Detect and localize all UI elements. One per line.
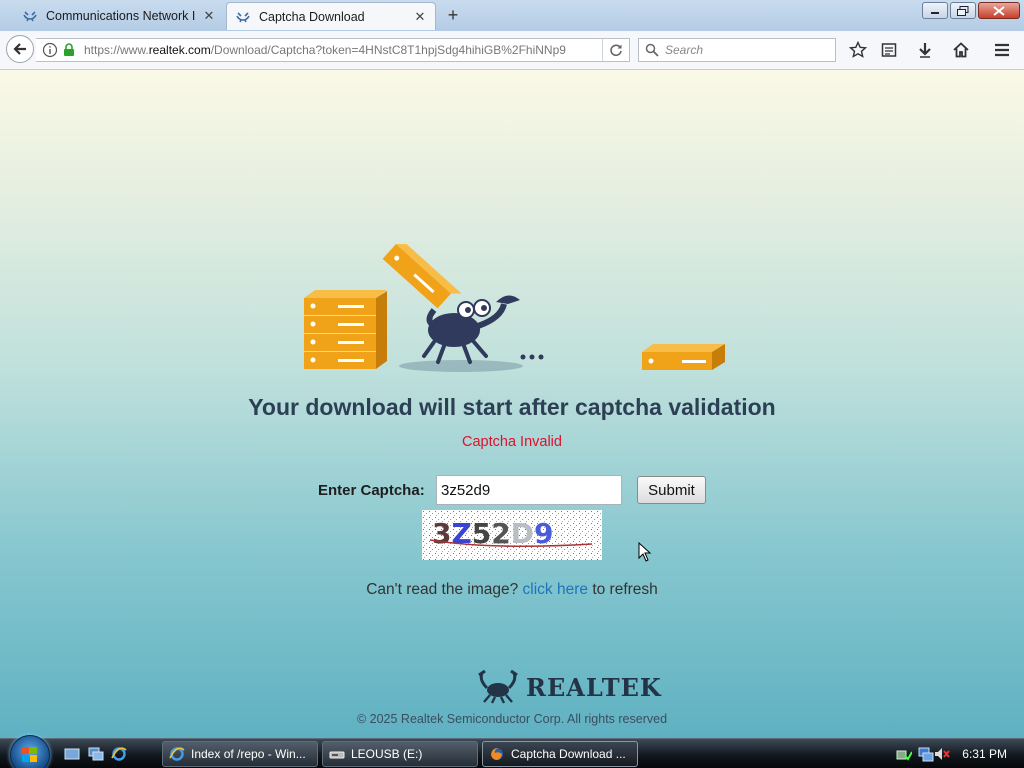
search-icon	[645, 43, 659, 57]
browser-navbar: https://www.realtek.com/Download/Captcha…	[0, 31, 1024, 70]
refresh-captcha-link[interactable]: click here	[523, 581, 588, 598]
close-tab-icon[interactable]: ✕	[202, 8, 216, 24]
taskbar-item-ie-repo[interactable]: Index of /repo - Win...	[162, 741, 318, 767]
taskbar-clock[interactable]: 6:31 PM	[962, 747, 1007, 761]
tab-title: Communications Network I	[46, 9, 196, 23]
refresh-prefix: Can't read the image?	[366, 581, 519, 598]
url-domain: realtek.com	[148, 43, 211, 57]
browser-tab-bar: Communications Network I ✕ Captcha Downl…	[0, 0, 1024, 32]
start-button-windows-icon[interactable]	[10, 735, 50, 768]
internet-explorer-icon	[169, 747, 185, 761]
captcha-label: Enter Captcha:	[318, 482, 425, 499]
realtek-crab-logo-icon	[478, 670, 518, 704]
page-content: Your download will start after captcha v…	[0, 70, 1024, 738]
bookmark-star-icon[interactable]	[848, 40, 868, 60]
internet-explorer-icon[interactable]	[111, 746, 127, 762]
refresh-suffix: to refresh	[592, 581, 658, 598]
captcha-image[interactable]: 3Z52D9	[422, 510, 602, 560]
reload-icon[interactable]	[602, 39, 629, 61]
tab-communications-network[interactable]: Communications Network I ✕	[14, 2, 224, 30]
reading-list-icon[interactable]	[879, 40, 899, 60]
window-controls	[922, 2, 1020, 19]
tab-captcha-download[interactable]: Captcha Download ✕	[226, 2, 436, 30]
address-bar[interactable]: https://www.realtek.com/Download/Captcha…	[36, 38, 630, 62]
usb-drive-icon	[329, 751, 345, 759]
realtek-crab-favicon-icon	[236, 11, 250, 22]
taskbar-item-label: Captcha Download ...	[511, 747, 626, 761]
search-placeholder: Search	[665, 43, 704, 57]
info-icon[interactable]	[42, 42, 58, 58]
menu-hamburger-icon[interactable]	[992, 40, 1012, 60]
system-tray: 6:31 PM	[890, 739, 1024, 768]
copyright-text: © 2025 Realtek Semiconductor Corp. All r…	[356, 712, 668, 726]
close-tab-icon[interactable]: ✕	[413, 9, 427, 25]
taskbar-item-label: LEOUSB (E:)	[351, 747, 423, 761]
url-text: https://www.realtek.com/Download/Captcha…	[84, 43, 602, 57]
show-desktop-icon[interactable]	[64, 746, 80, 762]
switch-windows-icon[interactable]	[88, 746, 104, 762]
realtek-logo-text: REALTEK	[526, 672, 662, 702]
download-arrow-icon[interactable]	[915, 40, 935, 60]
url-prefix: https://www.	[84, 43, 149, 57]
back-arrow-icon[interactable]	[6, 35, 34, 63]
refresh-hint: Can't read the image? click here to refr…	[0, 581, 1024, 599]
url-path: /Download/Captcha?token=4HNstC8T1hpjSdg4…	[210, 43, 566, 57]
tab-title: Captcha Download	[259, 9, 365, 24]
captcha-error-message: Captcha Invalid	[462, 434, 562, 450]
mouse-cursor-icon	[638, 542, 652, 562]
firefox-icon	[491, 748, 503, 760]
minimize-icon[interactable]	[922, 2, 948, 19]
home-icon[interactable]	[951, 40, 971, 60]
realtek-logo: REALTEK	[476, 670, 662, 704]
new-tab-plus-icon[interactable]: +	[444, 5, 462, 26]
lock-icon	[64, 43, 74, 56]
captcha-input[interactable]	[436, 475, 622, 505]
restore-icon[interactable]	[950, 2, 976, 19]
volume-muted-icon[interactable]	[934, 746, 950, 762]
submit-button[interactable]: Submit	[637, 476, 706, 504]
page-heading: Your download will start after captcha v…	[248, 394, 776, 420]
close-window-icon[interactable]	[978, 2, 1020, 19]
crab-with-boxes-illustration	[304, 244, 725, 372]
realtek-crab-favicon-icon	[23, 11, 37, 22]
taskbar-item-captcha-download[interactable]: Captcha Download ...	[482, 741, 638, 767]
search-input[interactable]: Search	[638, 38, 836, 62]
taskbar-item-leousb[interactable]: LEOUSB (E:)	[322, 741, 478, 767]
taskbar-item-label: Index of /repo - Win...	[191, 747, 306, 761]
safe-remove-hardware-icon[interactable]	[896, 746, 912, 762]
network-icon[interactable]	[918, 746, 934, 762]
windows-taskbar: Index of /repo - Win... LEOUSB (E:) Capt…	[0, 735, 1024, 768]
